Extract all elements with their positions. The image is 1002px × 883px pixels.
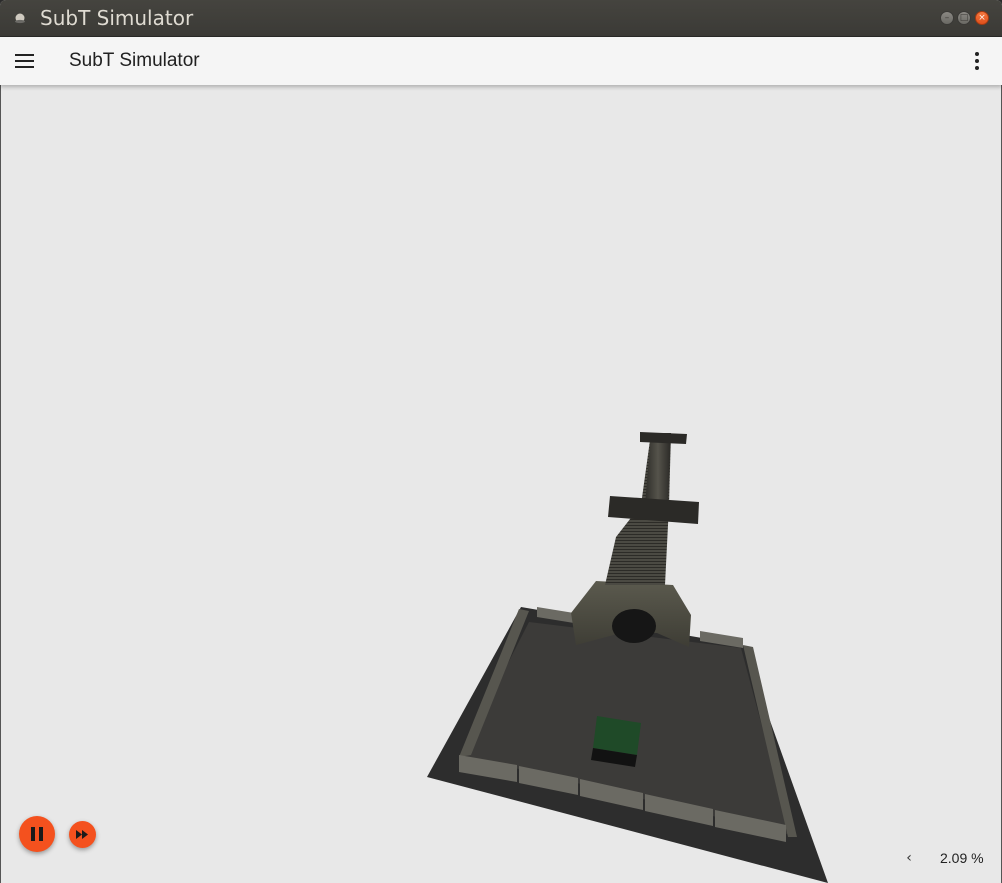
3d-scene-viewport[interactable]: ‹ 2.09 %	[0, 85, 1002, 883]
hamburger-menu-icon	[15, 54, 34, 56]
window-titlebar[interactable]: SubT Simulator – □ ×	[0, 0, 1002, 37]
more-vert-icon	[975, 59, 979, 63]
simulator-window: SubT Simulator – □ × SubT Simulator ‹ 2.…	[0, 0, 1002, 883]
minimize-icon: –	[944, 13, 950, 23]
real-time-factor: 2.09 %	[940, 850, 984, 866]
more-vert-icon	[975, 52, 979, 56]
app-icon	[15, 13, 25, 24]
cross-tunnel	[640, 432, 687, 444]
expand-stats-button[interactable]: ‹	[901, 848, 917, 868]
fast-forward-icon	[76, 830, 88, 839]
pause-button[interactable]	[19, 816, 55, 852]
hamburger-menu-button[interactable]	[10, 47, 40, 75]
cross-tunnel	[608, 496, 699, 524]
tunnel-world-render	[427, 432, 828, 883]
more-options-button[interactable]	[965, 49, 989, 75]
pause-icon	[31, 827, 35, 841]
window-title: SubT Simulator	[40, 6, 194, 30]
app-toolbar: SubT Simulator	[0, 37, 1002, 85]
close-icon: ×	[978, 13, 986, 23]
tunnel-shaft-upper	[645, 433, 671, 505]
step-forward-button[interactable]	[69, 821, 96, 848]
pause-icon	[39, 827, 43, 841]
hamburger-menu-icon	[15, 60, 34, 62]
hamburger-menu-icon	[15, 66, 34, 68]
maximize-icon: □	[959, 13, 969, 23]
tunnel-portal	[612, 609, 656, 643]
minimize-button[interactable]: –	[940, 11, 954, 25]
more-vert-icon	[975, 66, 979, 70]
close-button[interactable]: ×	[975, 11, 989, 25]
app-title: SubT Simulator	[69, 50, 200, 71]
maximize-button[interactable]: □	[957, 11, 971, 25]
